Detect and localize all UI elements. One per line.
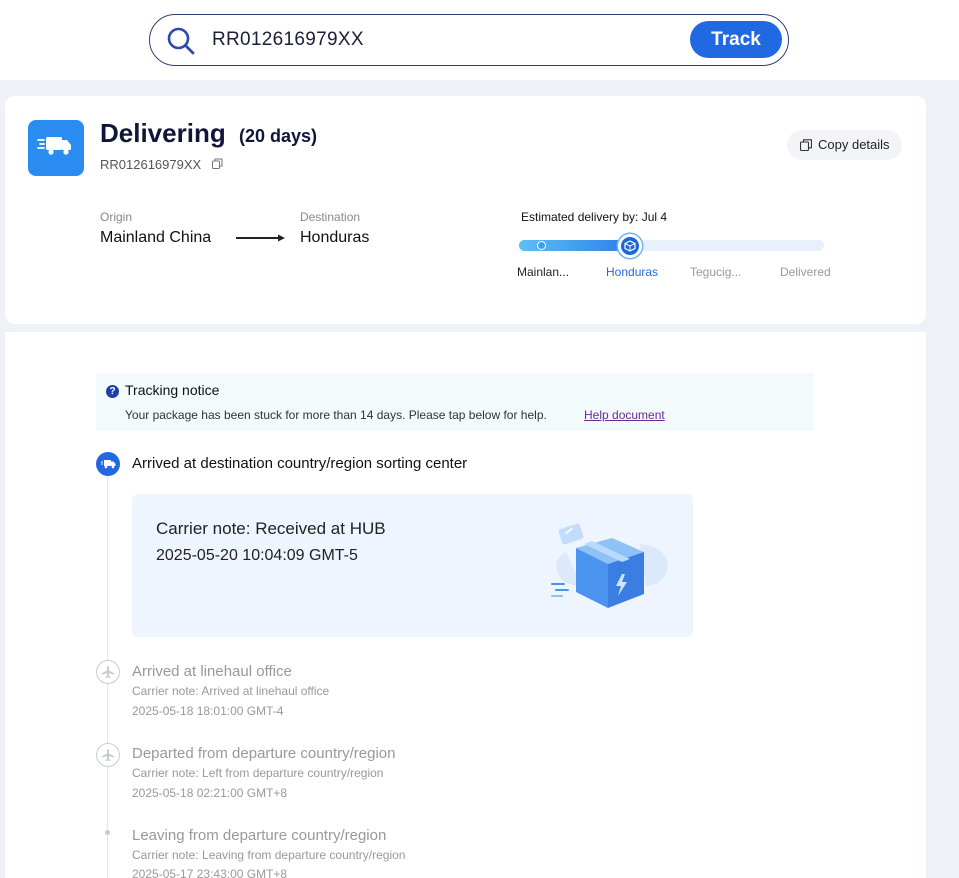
tracking-search-bar: RR012616979XX Track bbox=[149, 14, 789, 66]
event-time: 2025-05-18 02:21:00 GMT+8 bbox=[132, 786, 288, 800]
progress-start-marker bbox=[537, 241, 546, 250]
shipment-status: Delivering bbox=[100, 118, 226, 148]
truck-icon bbox=[37, 137, 71, 155]
copy-details-button[interactable]: Copy details bbox=[787, 130, 902, 160]
help-icon: ? bbox=[106, 385, 119, 398]
progress-step-destination: Honduras bbox=[606, 265, 659, 279]
tracking-number-input[interactable]: RR012616979XX bbox=[212, 29, 364, 51]
search-icon[interactable] bbox=[166, 26, 196, 56]
event-status-badge bbox=[96, 743, 120, 767]
destination-label: Destination bbox=[300, 210, 361, 224]
progress-fill bbox=[519, 240, 632, 251]
top-bar: RR012616979XX Track bbox=[0, 0, 959, 80]
origin-value: Mainland China bbox=[100, 229, 212, 246]
progress-step-delivered: Delivered bbox=[780, 265, 831, 279]
tracking-number: RR012616979XX bbox=[100, 157, 202, 172]
progress-step-city: Tegucig... bbox=[690, 265, 742, 279]
truck-icon bbox=[101, 460, 116, 469]
notice-message: Your package has been stuck for more tha… bbox=[125, 408, 547, 422]
estimated-delivery: Estimated delivery by: Jul 4 bbox=[521, 210, 668, 224]
copy-details-label: Copy details bbox=[818, 137, 890, 152]
event-title: Leaving from departure country/region bbox=[132, 827, 387, 844]
event-carrier-note: Carrier note: Left from departure countr… bbox=[132, 766, 384, 780]
status-badge bbox=[28, 120, 84, 176]
package-illustration bbox=[551, 523, 668, 608]
event-carrier-note: Carrier note: Received at HUB bbox=[156, 519, 386, 538]
package-icon bbox=[624, 240, 636, 252]
event-status-badge bbox=[96, 452, 120, 476]
latest-event-card: Carrier note: Received at HUB 2025-05-20… bbox=[132, 494, 693, 637]
plane-icon bbox=[102, 749, 114, 762]
origin-label: Origin bbox=[100, 210, 133, 224]
track-button[interactable]: Track bbox=[690, 21, 782, 58]
event-title: Departed from departure country/region bbox=[132, 745, 396, 762]
event-time: 2025-05-17 23:43:00 GMT+8 bbox=[132, 867, 288, 878]
event-title: Arrived at linehaul office bbox=[132, 663, 292, 680]
event-carrier-note: Carrier note: Arrived at linehaul office bbox=[132, 684, 330, 698]
copy-icon[interactable] bbox=[212, 158, 223, 169]
event-dot-icon bbox=[105, 830, 110, 835]
progress-step-origin: Mainlan... bbox=[517, 265, 570, 279]
event-time: 2025-05-18 18:01:00 GMT-4 bbox=[132, 704, 284, 718]
progress-current-marker bbox=[618, 234, 642, 258]
transit-days: (20 days) bbox=[239, 126, 318, 146]
copy-icon bbox=[800, 139, 812, 151]
help-document-link[interactable]: Help document bbox=[584, 408, 665, 422]
event-status-badge bbox=[96, 660, 120, 684]
event-title: Arrived at destination country/region so… bbox=[132, 455, 468, 472]
route-arrow-icon bbox=[236, 234, 285, 242]
event-time: 2025-05-20 10:04:09 GMT-5 bbox=[156, 547, 358, 564]
event-carrier-note: Carrier note: Leaving from departure cou… bbox=[132, 848, 406, 862]
plane-icon bbox=[102, 666, 114, 679]
destination-value: Honduras bbox=[300, 229, 370, 246]
tracking-notice: ? Tracking notice Your package has been … bbox=[96, 373, 814, 431]
shipment-summary-card: Delivering (20 days) RR012616979XX Copy … bbox=[5, 96, 926, 324]
notice-title: Tracking notice bbox=[125, 382, 220, 398]
